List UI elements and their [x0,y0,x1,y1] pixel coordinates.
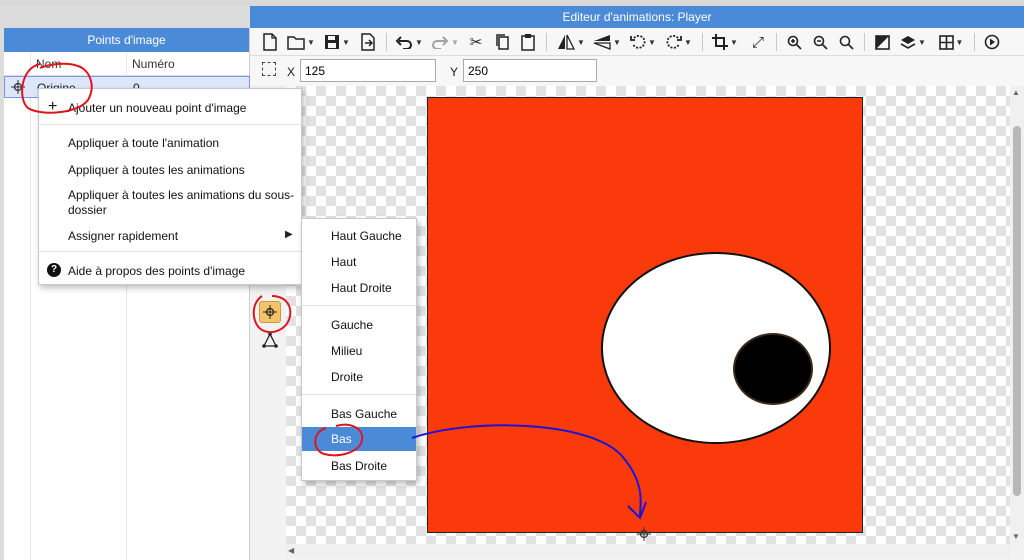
x-label: X [287,65,296,79]
undo-icon[interactable]: ▼ [394,32,424,52]
editor-toolbar: ▼ ▼ ▼ ▼ ✂ ▼ ▼ ▼ ▼ ▼ ⤢ ▼ ▼ [250,28,1024,56]
plus-icon: + [48,98,58,115]
menu-separator [39,124,301,125]
layers-icon[interactable]: ▼ [898,32,928,52]
horizontal-scrollbar[interactable]: ◀ [286,544,1010,558]
column-number-header[interactable]: Numéro [132,57,175,71]
selection-icon[interactable] [262,62,276,76]
toolbar-separator [546,33,547,51]
submenu-item-bas[interactable]: Bas [302,427,416,451]
image-point-tool[interactable] [259,301,281,323]
submenu-item-haut[interactable]: Haut [302,250,416,274]
rotate-left-icon[interactable]: ▼ [628,32,658,52]
vertical-scrollbar[interactable]: ▲ ▼ [1010,86,1024,544]
menu-separator [39,251,301,252]
y-label: Y [450,65,459,79]
column-divider [30,52,31,560]
toolbar-separator [864,33,865,51]
toolbar-separator [702,33,703,51]
color-icon[interactable] [872,32,892,52]
context-menu: + Ajouter un nouveau point d'image Appli… [38,88,302,285]
window-title: Editeur d'animations: Player [250,6,1024,28]
flip-vertical-icon[interactable]: ▼ [592,32,622,52]
paste-icon[interactable] [518,32,538,52]
submenu-item-bas-gauche[interactable]: Bas Gauche [302,402,416,426]
menu-separator [302,305,416,306]
image-point-icon [11,80,25,94]
scrollbar-thumb[interactable] [1013,126,1021,496]
column-name-header[interactable]: Nom [36,57,61,71]
submenu-item-milieu[interactable]: Milieu [302,339,416,363]
toolbar-separator [776,33,777,51]
quick-assign-submenu: Haut Gauche Haut Haut Droite Gauche Mili… [301,218,417,481]
copy-icon[interactable] [492,32,512,52]
new-file-icon[interactable] [260,32,280,52]
image-point-icon [263,305,277,319]
origin-point-marker-icon[interactable] [637,527,651,541]
sprite-pupil [733,333,813,405]
panel-title: Points d'image [4,28,249,52]
scroll-up-icon[interactable]: ▲ [1012,88,1020,97]
polygon-icon [262,332,278,348]
apply-subfolder-menu-item[interactable]: Appliquer à toutes les animations du sou… [39,188,301,218]
rotate-right-icon[interactable]: ▼ [664,32,694,52]
selection-coordinates: X Y [250,56,1024,86]
toolbar-separator [974,33,975,51]
save-icon[interactable]: ▼ [322,32,352,52]
submenu-item-bas-droite[interactable]: Bas Droite [302,454,416,478]
submenu-item-droite[interactable]: Droite [302,365,416,389]
submenu-item-haut-gauche[interactable]: Haut Gauche [302,224,416,248]
y-input[interactable] [463,59,597,82]
crop-icon[interactable]: ▼ [710,32,740,52]
scroll-down-icon[interactable]: ▼ [1012,532,1020,541]
zoom-in-icon[interactable] [784,32,804,52]
resize-icon[interactable]: ⤢ [748,32,768,52]
open-folder-icon[interactable]: ▼ [286,32,316,52]
toolbar-separator [386,33,387,51]
help-icon: ? [47,263,61,277]
zoom-out-icon[interactable] [810,32,830,52]
play-icon[interactable] [982,32,1002,52]
scroll-left-icon[interactable]: ◀ [288,546,294,555]
grid-icon[interactable]: ▼ [936,32,966,52]
export-icon[interactable] [358,32,378,52]
cut-icon[interactable]: ✂ [466,32,486,52]
polygon-tool[interactable] [259,329,281,351]
submenu-item-gauche[interactable]: Gauche [302,313,416,337]
zoom-fit-icon[interactable] [836,32,856,52]
submenu-arrow-icon: ▶ [285,229,293,240]
x-input[interactable] [300,59,436,82]
menu-separator [302,394,416,395]
submenu-item-haut-droite[interactable]: Haut Droite [302,276,416,300]
redo-icon[interactable]: ▼ [430,32,460,52]
flip-horizontal-icon[interactable]: ▼ [556,32,586,52]
